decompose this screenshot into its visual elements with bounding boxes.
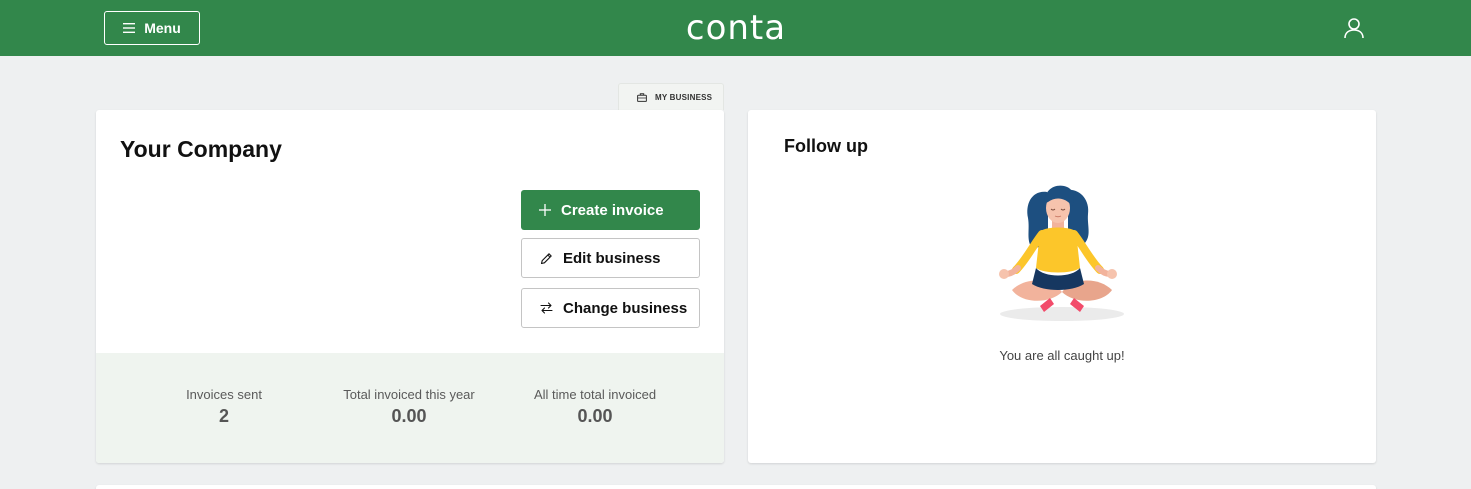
logo-text: conta xyxy=(685,8,787,48)
stat-invoices-sent: Invoices sent 2 xyxy=(184,387,264,427)
stat-label: Total invoiced this year xyxy=(343,387,475,402)
stat-label: Invoices sent xyxy=(186,387,262,402)
my-business-tab-label: MY BUSINESS xyxy=(655,92,713,102)
conta-logo[interactable]: conta xyxy=(686,8,786,48)
change-business-button[interactable]: Change business xyxy=(521,288,700,328)
follow-up-title: Follow up xyxy=(784,136,868,156)
stat-value: 2 xyxy=(218,406,229,426)
user-icon[interactable] xyxy=(1342,16,1366,40)
pencil-icon xyxy=(540,252,552,264)
plus-icon xyxy=(539,204,551,216)
edit-business-label: Edit business xyxy=(563,249,661,267)
invoice-stats-panel: Invoices sent 2 Total invoiced this year… xyxy=(96,353,724,463)
company-title: Your Company xyxy=(120,136,282,162)
edit-business-button[interactable]: Edit business xyxy=(521,238,700,278)
meditating-woman-illustration xyxy=(999,185,1124,321)
next-section-card xyxy=(96,485,1376,489)
stat-label: All time total invoiced xyxy=(533,387,657,402)
create-invoice-label: Create invoice xyxy=(561,201,664,219)
menu-button[interactable]: Menu xyxy=(104,11,200,45)
company-card: Your Company Create invoice Edit busines… xyxy=(96,110,724,463)
caught-up-message: You are all caught up! xyxy=(999,348,1125,363)
follow-up-card: Follow up You are all caught up! xyxy=(748,110,1376,463)
menu-label: Menu xyxy=(144,20,181,36)
briefcase-icon xyxy=(637,92,647,102)
stat-value: 0.00 xyxy=(577,406,613,426)
top-navigation-bar: Menu conta xyxy=(0,0,1471,56)
stat-total-invoiced-this-year: Total invoiced this year 0.00 xyxy=(334,387,484,427)
my-business-tab[interactable]: MY BUSINESS xyxy=(618,83,724,110)
change-business-label: Change business xyxy=(563,299,688,317)
swap-arrows-icon xyxy=(540,302,553,314)
hamburger-icon xyxy=(123,23,136,33)
create-invoice-button[interactable]: Create invoice xyxy=(521,190,700,230)
stat-value: 0.00 xyxy=(391,406,427,426)
stat-all-time-total-invoiced: All time total invoiced 0.00 xyxy=(520,387,670,427)
